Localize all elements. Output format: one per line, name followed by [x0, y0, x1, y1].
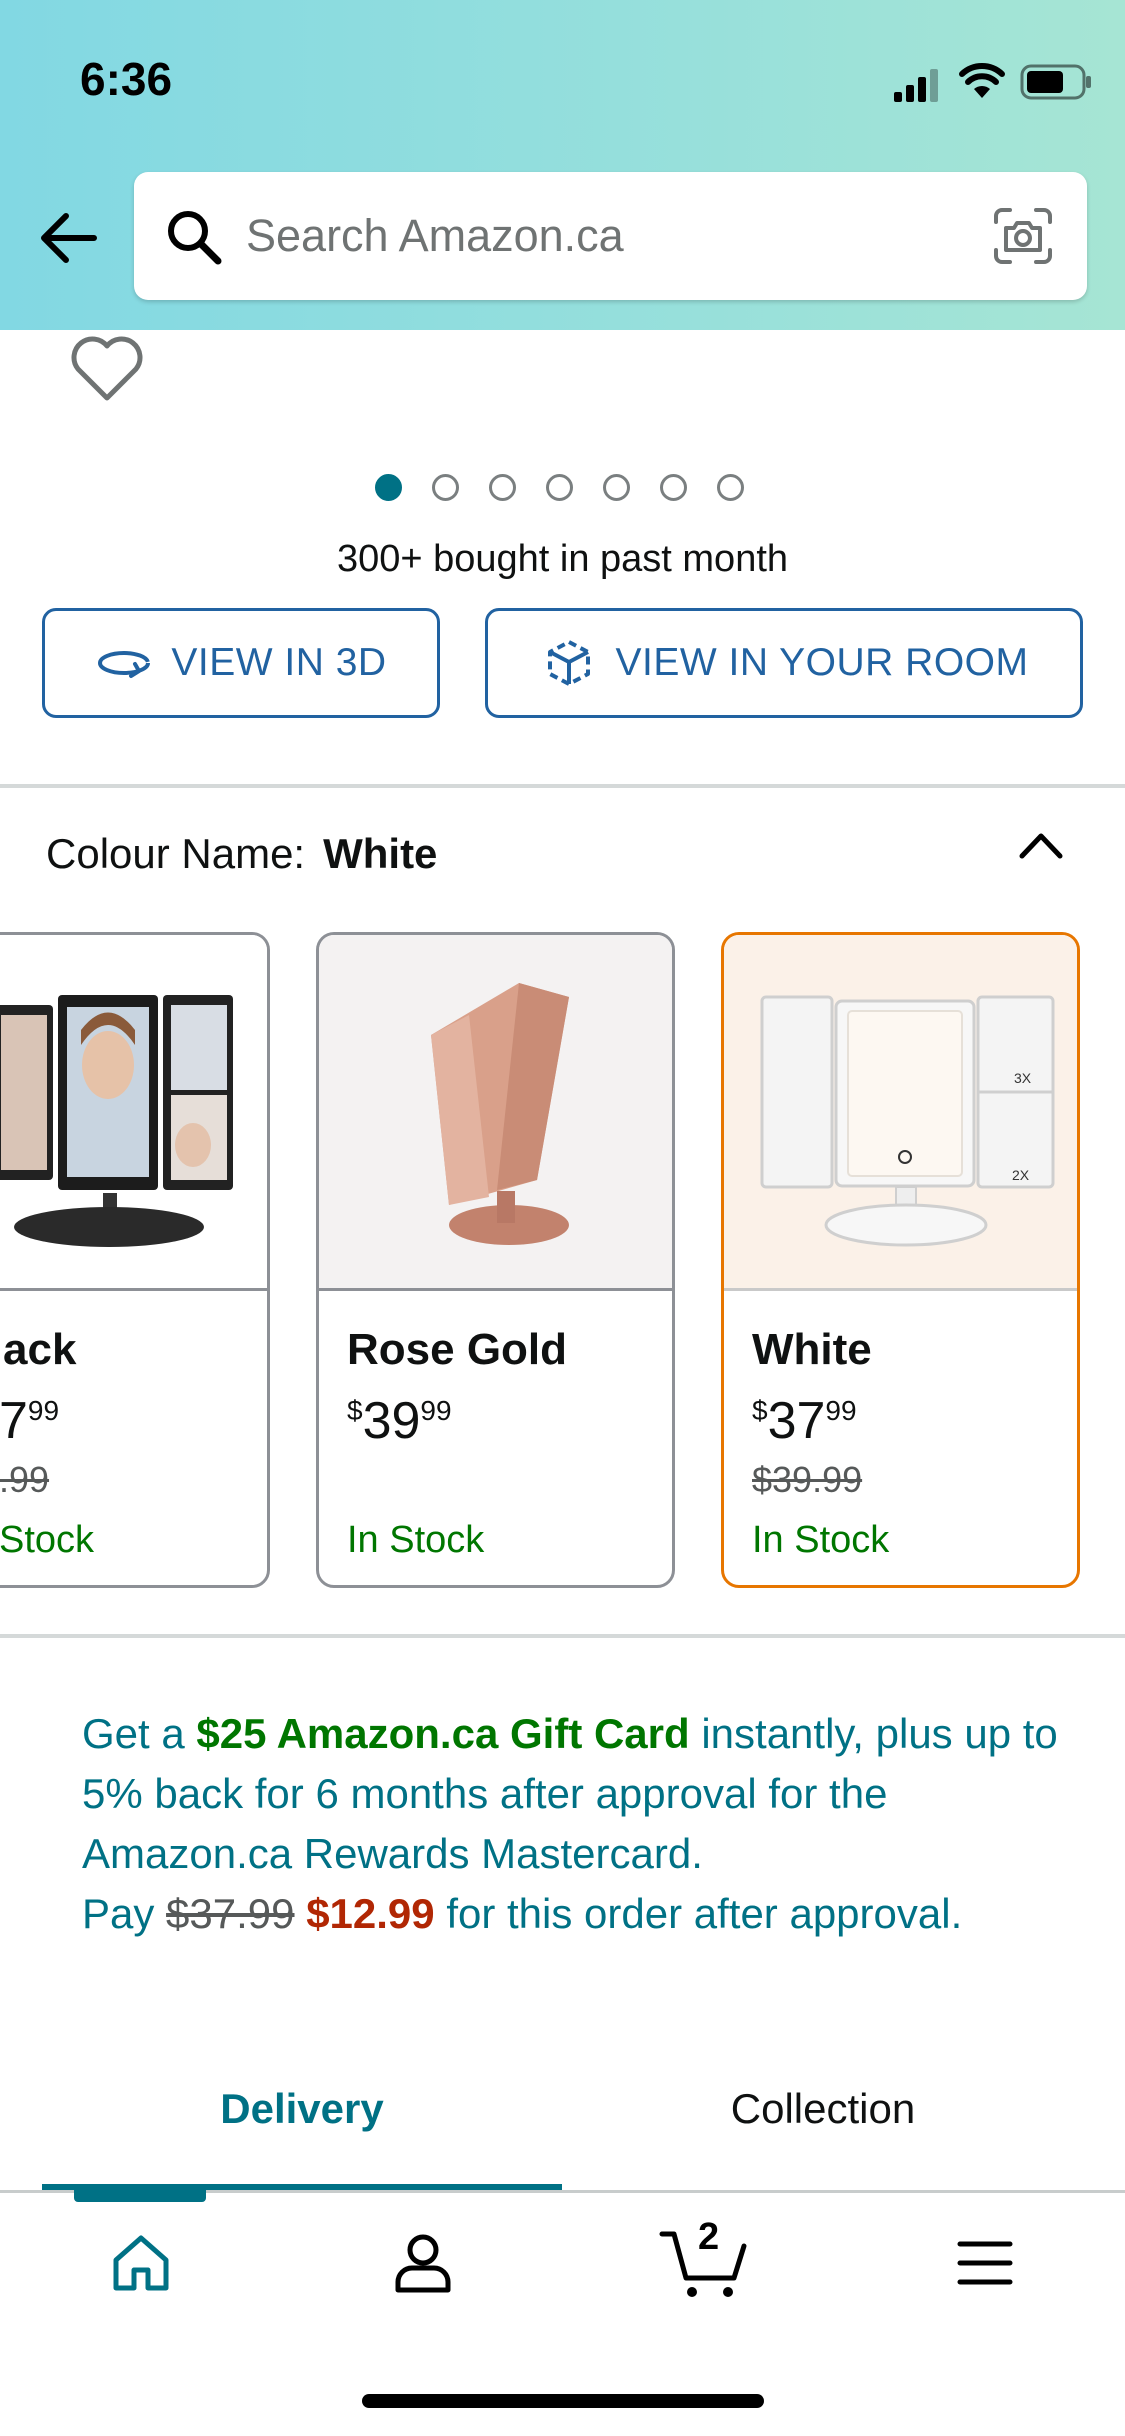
view-in-your-room-label: VIEW IN YOUR ROOM: [615, 641, 1029, 684]
swatch-price-black-whole: 7: [0, 1392, 28, 1450]
swatch-name-white: White: [752, 1325, 872, 1374]
carousel-dot[interactable]: [660, 474, 687, 501]
search-icon: [168, 211, 222, 265]
swatch-price-rose-gold-currency: $: [347, 1395, 363, 1426]
carousel-dot-active[interactable]: [375, 474, 402, 501]
cellular-signal-icon: [894, 69, 938, 102]
swatch-image-black: [0, 935, 267, 1291]
carousel-dot[interactable]: [432, 474, 459, 501]
swatch-image-rose-gold: [319, 935, 672, 1291]
battery-icon: [1020, 64, 1091, 100]
carousel-dot[interactable]: [489, 474, 516, 501]
home-indicator[interactable]: [362, 2394, 764, 2408]
colour-name-label: Colour Name:: [46, 830, 306, 877]
product-page: 6:36 Search Amazon.ca 300+ bought in pas…: [0, 0, 1125, 2436]
ar-cube-icon: [547, 640, 590, 686]
rotate-3d-icon: [98, 651, 151, 678]
mirror-2x-mark: 2X: [1012, 1167, 1030, 1183]
swatch-price-rose-gold: $3999: [347, 1391, 452, 1451]
account-icon[interactable]: [390, 2230, 456, 2296]
status-time: 6:36: [80, 53, 173, 105]
section-divider: [0, 1634, 1125, 1638]
swatch-stock-black: Stock: [0, 1519, 95, 1561]
view-in-your-room-button[interactable]: VIEW IN YOUR ROOM: [485, 608, 1083, 718]
wishlist-heart-icon[interactable]: [70, 334, 144, 404]
swatch-stock-rose-gold: In Stock: [347, 1519, 485, 1561]
promo-old-price: $37.99: [166, 1890, 295, 1937]
cart-count-badge: 2: [698, 2216, 720, 2258]
colour-swatch-rose-gold[interactable]: Rose Gold $3999 In Stock: [316, 932, 675, 1588]
carousel-dot[interactable]: [546, 474, 573, 501]
promo-pay: Pay: [82, 1890, 167, 1937]
swatch-stock-white: In Stock: [752, 1519, 890, 1561]
swatch-image-white: 3X 2X: [724, 935, 1077, 1291]
swatch-price-black-cents: 99: [27, 1395, 60, 1426]
swatch-price-black: 799: [0, 1391, 59, 1451]
colour-swatch-white[interactable]: 3X 2X White $3799 $39.99 In Stock: [721, 932, 1080, 1588]
wifi-icon: [959, 63, 1005, 98]
swatch-price-white: $3799: [752, 1391, 857, 1451]
colour-swatch-black[interactable]: ack 799 .99 Stock: [0, 932, 270, 1588]
mirror-3x-mark: 3X: [1014, 1070, 1032, 1086]
colour-name-row: Colour Name: White: [46, 830, 437, 878]
section-divider: [0, 784, 1125, 788]
view-in-3d-label: VIEW IN 3D: [171, 641, 387, 684]
swatch-name-rose-gold: Rose Gold: [347, 1325, 568, 1374]
swatch-price-white-whole: 37: [767, 1392, 826, 1450]
carousel-dot[interactable]: [603, 474, 630, 501]
nav-active-indicator: [74, 2190, 206, 2202]
swatch-was-white: $39.99: [752, 1459, 863, 1500]
swatch-price-white-cents: 99: [825, 1395, 857, 1426]
swatch-was-black: .99: [0, 1459, 50, 1500]
header: 6:36: [0, 0, 1125, 330]
search-input[interactable]: [246, 192, 946, 280]
view-in-3d-button[interactable]: VIEW IN 3D: [42, 608, 440, 718]
bought-in-past-month: 300+ bought in past month: [336, 538, 789, 580]
menu-icon[interactable]: [952, 2230, 1018, 2296]
swatch-price-rose-gold-whole: 39: [362, 1392, 421, 1450]
tab-delivery[interactable]: Delivery: [42, 2085, 562, 2133]
swatch-price-rose-gold-cents: 99: [420, 1395, 452, 1426]
swatch-price-white-currency: $: [752, 1395, 768, 1426]
chevron-up-icon[interactable]: [1016, 824, 1066, 864]
promo-gift-card: $25 Amazon.ca Gift Card: [196, 1710, 690, 1757]
rose-gold-mirror-image: [431, 983, 569, 1245]
colour-name-value: White: [323, 830, 438, 877]
promo-new-price: $12.99: [306, 1890, 435, 1937]
carousel-dot[interactable]: [717, 474, 744, 501]
image-carousel-dots: [375, 474, 744, 504]
rewards-mastercard-promo[interactable]: Get a $25 Amazon.ca Gift Card instantly,…: [82, 1704, 1062, 1944]
black-mirror-image: [0, 995, 233, 1247]
tab-collection[interactable]: Collection: [563, 2085, 1083, 2133]
promo-text-1: Get a: [82, 1710, 197, 1757]
home-icon[interactable]: [108, 2230, 174, 2296]
search-bar[interactable]: [134, 172, 1087, 300]
camera-scan-icon[interactable]: [992, 206, 1054, 266]
promo-text-3: for this order after approval.: [434, 1890, 963, 1937]
swatch-name-black: ack: [3, 1325, 77, 1374]
back-arrow-icon[interactable]: [36, 210, 100, 266]
white-mirror-image: 3X 2X: [760, 995, 1055, 1247]
